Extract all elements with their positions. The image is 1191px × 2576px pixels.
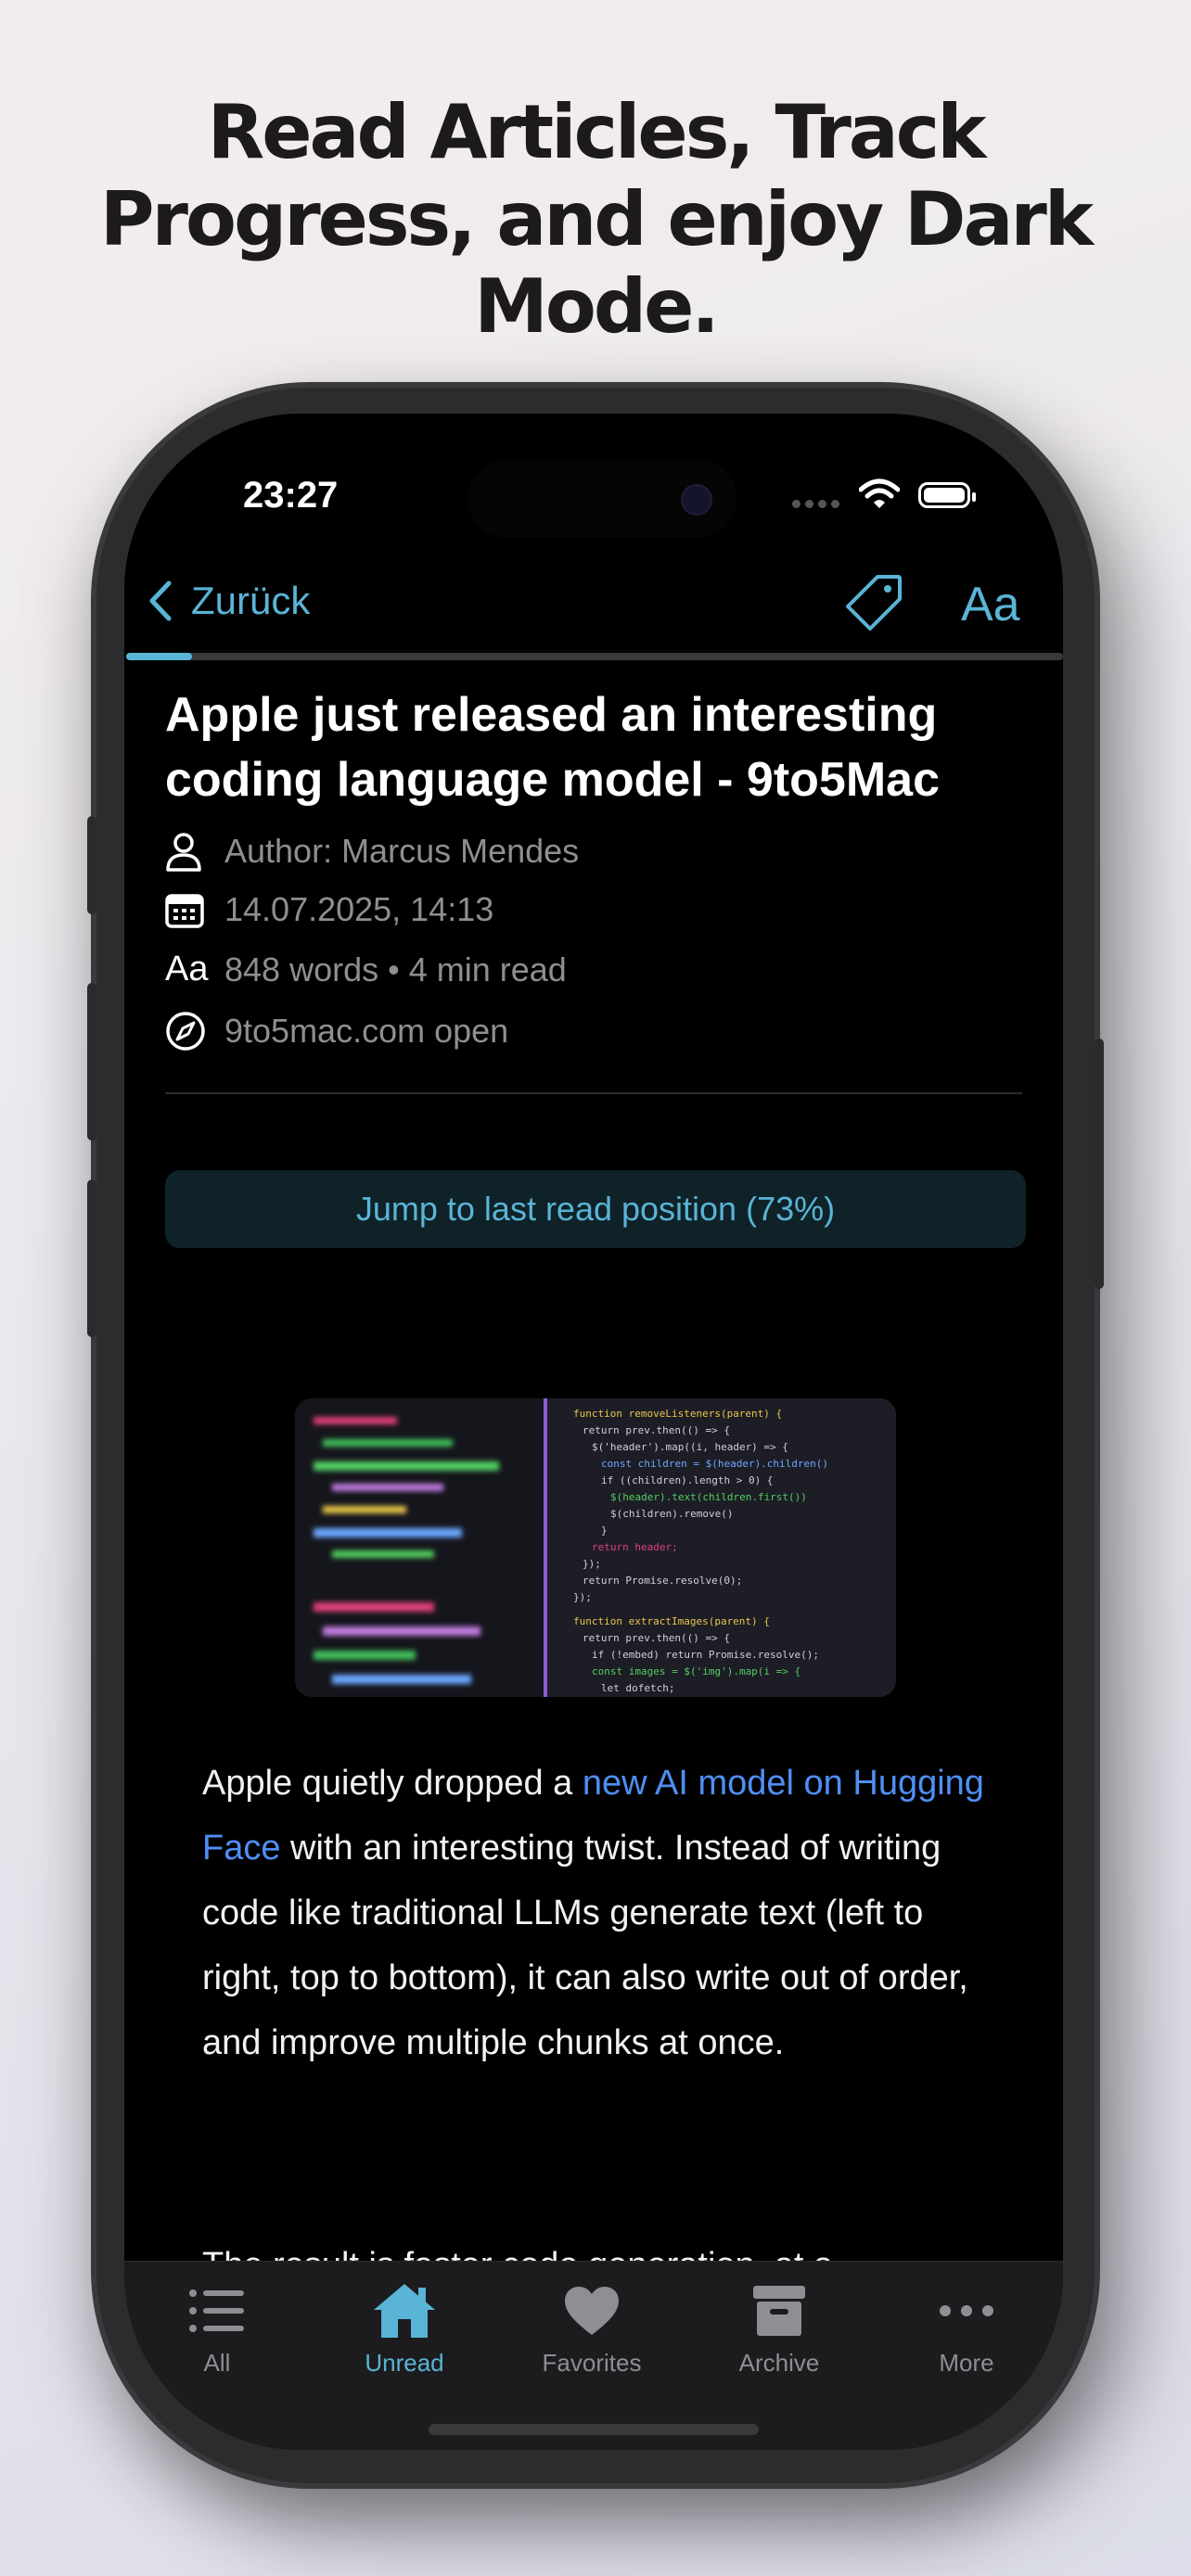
reading-progress-fill [126, 653, 192, 660]
date-text: 14.07.2025, 14:13 [224, 890, 494, 928]
status-bar: 23:27 [124, 414, 1063, 580]
volume-down-button [87, 1180, 96, 1337]
code-screen-illustration: function removeListeners(parent) { retur… [295, 1398, 896, 1697]
headline-line-1: Read Articles, Track [207, 89, 987, 175]
cellular-signal-icon [792, 500, 839, 508]
person-icon [166, 833, 201, 872]
article-title: Apple just released an interesting codin… [165, 688, 940, 807]
font-settings-button[interactable]: Aa [961, 577, 1020, 632]
svg-text:return Promise.resolve(0);: return Promise.resolve(0); [583, 1575, 742, 1587]
wifi-icon [859, 478, 900, 508]
reading-progress-bar [126, 653, 1063, 660]
headline-line-3: Mode. [474, 263, 719, 350]
svg-text:}: } [601, 1524, 608, 1537]
author-text: Author: Marcus Mendes [224, 832, 580, 870]
ellipsis-icon [940, 2305, 993, 2316]
reading-stats-row: Aa 848 words • 4 min read [165, 950, 1018, 989]
source-link[interactable]: 9to5mac.com open [224, 1012, 508, 1051]
power-button [1095, 1039, 1104, 1289]
headline: Read Articles, Track Progress, and enjoy… [0, 89, 1191, 351]
svg-text:if ((children).length > 0) {: if ((children).length > 0) { [601, 1474, 773, 1486]
divider [165, 1092, 1022, 1094]
front-camera [681, 484, 712, 516]
svg-text:$(children).remove(): $(children).remove() [610, 1508, 733, 1520]
svg-text:function extractImages(parent): function extractImages(parent) { [573, 1615, 770, 1627]
svg-text:let dofetch;: let dofetch; [601, 1682, 674, 1694]
battery-icon [918, 482, 976, 508]
svg-text:$('header').map((i, header) =>: $('header').map((i, header) => { [592, 1441, 788, 1453]
author-row: Author: Marcus Mendes [165, 831, 1018, 872]
svg-text:const images = $('img').map(i: const images = $('img').map(i => { [592, 1665, 800, 1677]
jump-to-position-button[interactable]: Jump to last read position (73%) [165, 1170, 1026, 1248]
article-image: function removeListeners(parent) { retur… [295, 1398, 896, 1697]
svg-text:function removeListeners(paren: function removeListeners(parent) { [573, 1408, 782, 1420]
svg-text:const children = $(header).chi: const children = $(header).children() [601, 1458, 828, 1470]
paragraph-text: Apple quietly dropped a [202, 1764, 583, 1803]
back-label: Zurück [191, 579, 311, 622]
tag-icon[interactable] [844, 571, 905, 632]
tab-unread[interactable]: Unread [312, 2278, 497, 2378]
headline-line-2: Progress, and enjoy Dark [99, 176, 1094, 262]
tab-archive-label: Archive [738, 2349, 820, 2377]
svg-text:return header;: return header; [592, 1541, 678, 1553]
heart-icon [565, 2287, 619, 2335]
tab-all-label: All [203, 2349, 231, 2377]
compass-icon [166, 1012, 205, 1051]
navigation-bar: Zurück Aa [124, 562, 1063, 645]
tab-more[interactable]: More [874, 2278, 1059, 2378]
reading-stats-text: 848 words • 4 min read [224, 950, 567, 988]
svg-text:});: }); [583, 1558, 601, 1570]
source-row[interactable]: 9to5mac.com open [165, 1011, 1018, 1052]
svg-text:return prev.then(() => {: return prev.then(() => { [583, 1632, 730, 1644]
svg-text:if (!embed) return Promise.res: if (!embed) return Promise.resolve(); [592, 1649, 819, 1661]
article-paragraph-1: Apple quietly dropped a new AI model on … [202, 1751, 1000, 2075]
chevron-left-icon [149, 580, 172, 621]
back-button[interactable]: Zurück [148, 579, 310, 623]
tab-unread-label: Unread [365, 2349, 444, 2377]
app-screen: 23:27 Zurück Aa Apple just released an i… [124, 414, 1063, 2450]
tab-all[interactable]: All [124, 2278, 310, 2378]
list-icon [189, 2289, 244, 2332]
date-row: 14.07.2025, 14:13 [165, 890, 1018, 929]
tab-more-label: More [939, 2349, 994, 2377]
calendar-icon [165, 894, 204, 928]
house-icon [374, 2284, 435, 2338]
svg-text:$(header).text(children.first(: $(header).text(children.first()) [610, 1491, 807, 1503]
svg-text:return prev.then(() => {: return prev.then(() => { [583, 1424, 730, 1436]
tab-favorites[interactable]: Favorites [499, 2278, 685, 2378]
text-size-icon: Aa [165, 950, 209, 988]
svg-text:});: }); [573, 1591, 592, 1603]
tab-archive[interactable]: Archive [686, 2278, 872, 2378]
volume-up-button [87, 983, 96, 1141]
paragraph-text: with an interesting twist. Instead of wr… [202, 1829, 968, 2062]
status-time: 23:27 [243, 475, 339, 516]
tab-bar: All Unread Favorites Archive More [124, 2261, 1063, 2450]
action-button [87, 816, 96, 914]
home-indicator [429, 2424, 759, 2435]
archive-box-icon [753, 2286, 805, 2336]
tab-favorites-label: Favorites [542, 2349, 642, 2377]
